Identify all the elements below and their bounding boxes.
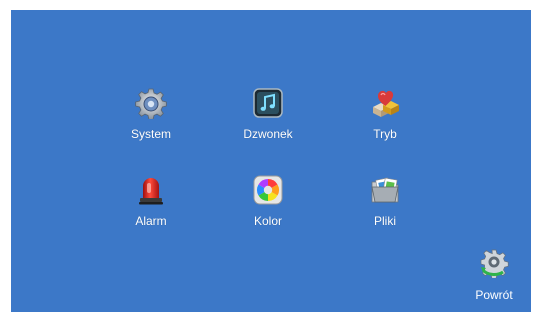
menu-item-label: Tryb (373, 127, 397, 141)
menu-item-label: Dzwonek (243, 127, 293, 141)
mode-cubes-icon (369, 87, 401, 119)
back-button-label: Powrót (475, 288, 513, 302)
menu-item-tryb[interactable]: Tryb (340, 87, 430, 151)
back-button[interactable]: Powrót (464, 248, 524, 308)
menu-item-label: Pliki (373, 214, 396, 228)
main-menu-screen: System Dzwonek Tryb Alarm Kolor Pliki Po… (11, 10, 531, 312)
menu-item-pliki[interactable]: Pliki (340, 174, 430, 238)
menu-item-label: System (130, 127, 171, 141)
back-gear-icon (479, 248, 509, 279)
color-palette-icon (252, 174, 284, 206)
siren-icon (135, 174, 167, 206)
music-note-icon (252, 87, 284, 119)
gear-icon (135, 87, 167, 120)
menu-item-system[interactable]: System (106, 87, 196, 151)
menu-item-dzwonek[interactable]: Dzwonek (223, 87, 313, 151)
menu-item-label: Alarm (135, 214, 167, 228)
menu-item-label: Kolor (253, 214, 282, 228)
menu-item-kolor[interactable]: Kolor (223, 174, 313, 238)
folder-files-icon (369, 174, 401, 206)
menu-item-alarm[interactable]: Alarm (106, 174, 196, 238)
